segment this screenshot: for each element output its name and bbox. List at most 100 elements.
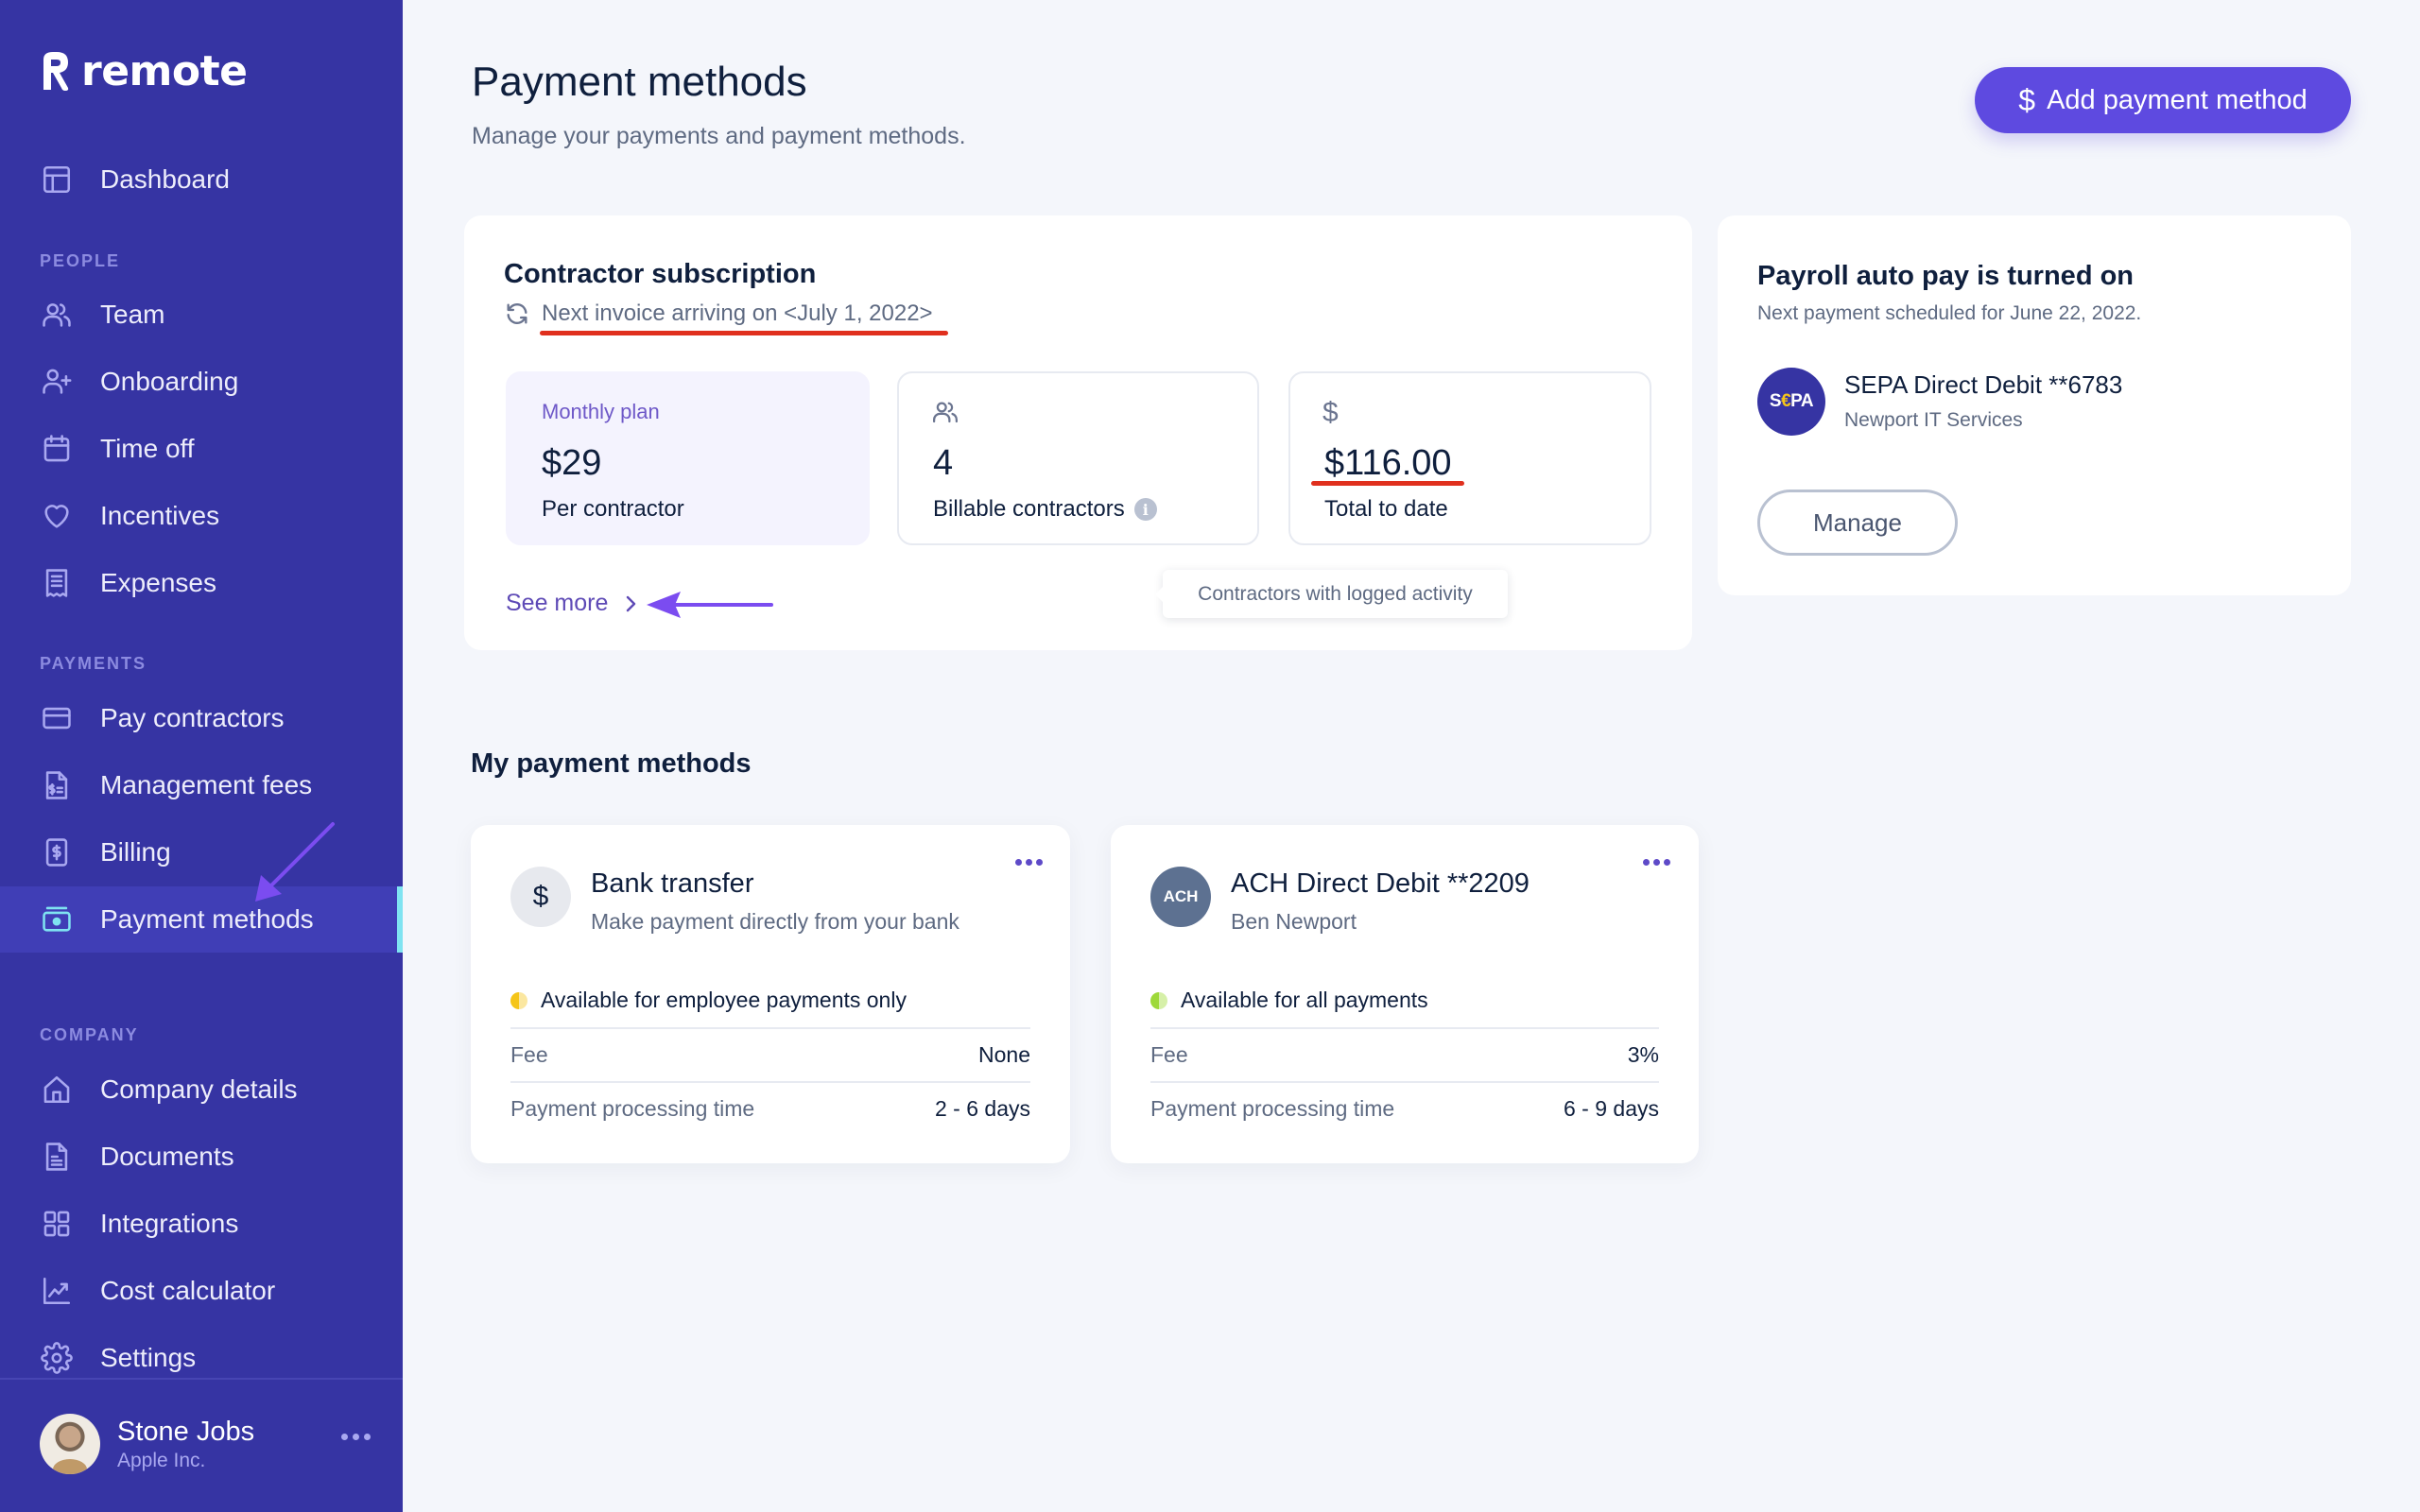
sidebar-item-label: Time off [100, 434, 195, 463]
section-title-company: COMPANY [40, 1025, 139, 1044]
add-payment-method-label: Add payment method [2047, 84, 2308, 115]
availability-status: Available for employee payments only [510, 988, 907, 1013]
sidebar-item-integrations[interactable]: Integrations [0, 1191, 403, 1257]
payment-method-description: Ben Newport [1231, 909, 1357, 934]
annotation-underline [1311, 481, 1464, 486]
annotation-arrow [647, 592, 773, 618]
gear-icon [40, 1341, 74, 1375]
ellipsis-icon [341, 1434, 348, 1440]
contractor-subscription-card: Contractor subscription Next invoice arr… [464, 215, 1692, 650]
wallet-icon [40, 902, 74, 936]
payment-method-details: Fee None Payment processing time 2 - 6 d… [510, 1027, 1030, 1135]
sidebar-item-management-fees[interactable]: Management fees [0, 752, 403, 818]
next-invoice: Next invoice arriving on <July 1, 2022> [504, 301, 933, 327]
avatar [40, 1414, 100, 1474]
sidebar-item-documents[interactable]: Documents [0, 1124, 403, 1190]
page-subtitle: Manage your payments and payment methods… [472, 123, 966, 149]
sidebar-item-incentives[interactable]: Incentives [0, 483, 403, 549]
see-more-link[interactable]: See more [506, 590, 640, 617]
sidebar-item-time-off[interactable]: Time off [0, 416, 403, 482]
payment-method-card-ach: ACH ACH Direct Debit **2209 Ben Newport … [1111, 825, 1699, 1163]
stat-caption: Total to date [1324, 496, 1448, 522]
detail-row: Payment processing time 6 - 9 days [1150, 1081, 1659, 1135]
autopay-method-name: SEPA Direct Debit **6783 [1844, 370, 2123, 399]
stat-value: 4 [933, 443, 954, 483]
chart-icon [40, 1274, 74, 1308]
payment-method-details: Fee 3% Payment processing time 6 - 9 day… [1150, 1027, 1659, 1135]
stat-caption: Per contractor [542, 496, 684, 522]
stat-billable-contractors: 4 Billable contractors i [897, 371, 1259, 545]
detail-row: Fee None [510, 1027, 1030, 1081]
ellipsis-icon [1643, 859, 1650, 866]
manage-button[interactable]: Manage [1757, 490, 1958, 556]
sidebar: remote Dashboard PEOPLE Team Onboarding … [0, 0, 403, 1512]
receipt-icon [40, 566, 74, 600]
stat-caption: Billable contractors i [933, 496, 1157, 523]
home-icon [40, 1073, 74, 1107]
sidebar-item-label: Integrations [100, 1209, 239, 1238]
stat-monthly-plan: Monthly plan $29 Per contractor [506, 371, 870, 545]
sidebar-item-expenses[interactable]: Expenses [0, 550, 403, 616]
detail-row: Fee 3% [1150, 1027, 1659, 1081]
autopay-method-owner: Newport IT Services [1844, 409, 2023, 431]
tooltip: Contractors with logged activity [1155, 570, 1508, 618]
sidebar-item-label: Incentives [100, 501, 220, 530]
user-menu-button[interactable] [341, 1434, 371, 1440]
dollar-icon: $ [1322, 397, 1339, 428]
heart-icon [40, 499, 74, 533]
info-icon[interactable]: i [1133, 498, 1157, 521]
see-more-label: See more [506, 590, 609, 616]
payment-method-name: Bank transfer [591, 868, 754, 899]
sidebar-item-settings[interactable]: Settings [0, 1325, 403, 1391]
logo-text: remote [81, 46, 248, 95]
sidebar-item-label: Expenses [100, 568, 216, 597]
annotation-underline [540, 331, 948, 335]
grid-icon [40, 1207, 74, 1241]
remote-logo-icon [43, 52, 69, 91]
team-icon [40, 298, 74, 332]
add-payment-method-button[interactable]: $ Add payment method [1975, 67, 2351, 133]
sidebar-item-label: Dashboard [100, 164, 230, 194]
sidebar-item-company-details[interactable]: Company details [0, 1057, 403, 1123]
annotation-arrow [255, 822, 335, 902]
autopay-title: Payroll auto pay is turned on [1757, 261, 2135, 291]
stat-label: Monthly plan [542, 400, 660, 423]
stat-value: $29 [542, 443, 602, 483]
section-title-people: PEOPLE [40, 251, 121, 270]
sidebar-item-dashboard[interactable]: Dashboard [0, 146, 403, 213]
sidebar-item-label: Documents [100, 1142, 234, 1171]
status-indicator-icon [510, 991, 527, 1009]
credit-card-icon [40, 701, 74, 735]
refresh-icon [507, 303, 527, 324]
sidebar-item-label: Cost calculator [100, 1276, 276, 1305]
user-plus-icon [40, 365, 74, 399]
card-menu-button[interactable] [1643, 859, 1670, 866]
sidebar-item-label: Pay contractors [100, 703, 285, 732]
sidebar-item-onboarding[interactable]: Onboarding [0, 349, 403, 415]
sidebar-item-payment-methods[interactable]: Payment methods [0, 886, 403, 953]
dollar-icon: $ [2018, 82, 2036, 117]
my-payment-methods-title: My payment methods [471, 748, 752, 779]
payment-method-description: Make payment directly from your bank [591, 909, 959, 934]
sidebar-item-label: Management fees [100, 770, 313, 799]
sidebar-item-label: Settings [100, 1343, 197, 1372]
sidebar-item-billing[interactable]: Billing [0, 819, 403, 885]
document-icon [40, 1140, 74, 1174]
subscription-title: Contractor subscription [504, 259, 817, 289]
user-profile[interactable]: Stone Jobs Apple Inc. [40, 1413, 371, 1475]
autopay-subtitle: Next payment scheduled for June 22, 2022… [1757, 302, 2142, 324]
sidebar-item-label: Onboarding [100, 367, 239, 396]
card-menu-button[interactable] [1015, 859, 1043, 866]
remote-logo[interactable]: remote [40, 46, 248, 95]
payment-method-card-bank-transfer: $ Bank transfer Make payment directly fr… [471, 825, 1070, 1163]
sidebar-item-pay-contractors[interactable]: Pay contractors [0, 685, 403, 751]
section-title-payments: PAYMENTS [40, 654, 147, 673]
bank-transfer-logo: $ [510, 867, 571, 927]
sidebar-item-label: Billing [100, 837, 171, 867]
sidebar-item-team[interactable]: Team [0, 282, 403, 348]
payroll-autopay-card: Payroll auto pay is turned on Next payme… [1718, 215, 2351, 595]
fee-document-icon [40, 768, 74, 802]
sidebar-item-cost-calculator[interactable]: Cost calculator [0, 1258, 403, 1324]
ach-logo: ACH [1150, 867, 1211, 927]
sepa-logo: S € PA [1757, 368, 1825, 436]
